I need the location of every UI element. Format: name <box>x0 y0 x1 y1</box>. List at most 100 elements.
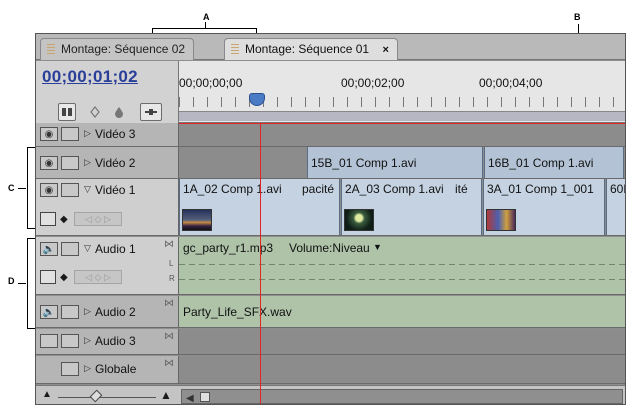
close-icon[interactable]: × <box>382 44 388 56</box>
clip-2a[interactable]: 2A_03 Comp 1.avi ité <box>341 179 482 235</box>
zoom-handle[interactable] <box>89 389 103 403</box>
audio-type-icon: ⋈ <box>164 331 174 342</box>
keyframe-navigator[interactable]: ◁ ◇ ▷ <box>74 212 122 226</box>
track-name: Vidéo 3 <box>95 127 136 141</box>
zoom-in-icon[interactable]: ▲ <box>160 388 172 402</box>
track-header: 🔈 ▷ Audio 2 ⋈ <box>36 296 179 327</box>
audio-type-icon: ⋈ <box>164 239 174 250</box>
time-ruler[interactable]: 00;00;00;00 00;00;02;00 00;00;04;00 <box>179 61 625 123</box>
track-body[interactable] <box>179 123 625 146</box>
lock-toggle[interactable] <box>61 334 79 348</box>
track-body[interactable] <box>179 356 625 383</box>
keyframe-navigator[interactable]: ◁ ◇ ▷ <box>74 270 122 284</box>
ruler-label-2: 00;00;04;00 <box>479 76 543 90</box>
tab-grip-icon[interactable] <box>231 44 239 55</box>
expand-icon[interactable]: ▷ <box>84 128 91 139</box>
clip-label: 2A_03 Comp 1.avi <box>345 182 444 196</box>
speaker-icon[interactable]: 🔈 <box>40 305 58 319</box>
ruler-label-1: 00;00;02;00 <box>341 76 405 90</box>
track-video-2: ◉ ▷ Vidéo 2 15B_01 Comp 1.avi 16B_01 Com… <box>36 147 625 179</box>
callout-b: B <box>574 12 581 22</box>
clip-gc-party[interactable]: gc_party_r1.mp3 Volume:Niveau ▼ L R <box>169 237 625 294</box>
current-timecode[interactable]: 00;00;01;02 <box>42 67 138 87</box>
marker-icon[interactable] <box>86 103 104 121</box>
horizontal-scrollbar[interactable]: ◀ <box>181 389 623 404</box>
eye-icon[interactable]: ◉ <box>40 156 58 170</box>
track-body[interactable]: 1A_02 Comp 1.avi pacité 2A_03 Comp 1.avi… <box>179 179 625 235</box>
lock-toggle[interactable] <box>61 362 79 376</box>
clip-effect-dropdown-icon[interactable]: ▼ <box>373 242 382 252</box>
callout-d-bracket-top <box>27 238 35 239</box>
tab-sequence-01[interactable]: Montage: Séquence 01 × <box>224 38 398 60</box>
lock-toggle[interactable] <box>61 156 79 170</box>
clip-label: 60E <box>610 182 625 196</box>
keyframe-icon[interactable] <box>110 103 128 121</box>
speaker-toggle[interactable] <box>40 334 58 348</box>
work-area-bar[interactable] <box>179 111 625 121</box>
waveform-left <box>179 264 625 265</box>
expand-icon[interactable]: ▷ <box>84 335 91 346</box>
keyframe-toggle-icon[interactable]: ◆ <box>60 272 68 283</box>
eye-icon[interactable]: ◉ <box>40 127 58 141</box>
track-audio-2: 🔈 ▷ Audio 2 ⋈ Party_Life_SFX.wav <box>36 296 625 328</box>
clip-effect: pacité <box>302 182 335 196</box>
callout-a-stem <box>205 22 206 28</box>
snap-icon[interactable] <box>58 103 76 121</box>
playhead-line[interactable] <box>260 123 261 404</box>
callout-c-bracket <box>27 147 28 229</box>
track-body[interactable]: 15B_01 Comp 1.avi 16B_01 Comp 1.avi <box>179 147 625 178</box>
eye-icon[interactable]: ◉ <box>40 183 58 197</box>
callout-c: C <box>8 183 15 193</box>
track-name: Audio 2 <box>95 305 136 319</box>
track-name: Globale <box>95 362 137 376</box>
callout-d-bracket <box>27 238 28 329</box>
collapse-icon[interactable]: ▽ <box>84 184 91 195</box>
track-name: Audio 1 <box>95 242 136 256</box>
clip-label: 15B_01 Comp 1.avi <box>311 156 417 170</box>
expand-icon[interactable]: ▷ <box>84 363 91 374</box>
ruler-ticks <box>179 97 625 107</box>
track-audio-3: ▷ Audio 3 ⋈ <box>36 329 625 355</box>
zoom-out-icon[interactable]: ▲ <box>42 389 52 400</box>
keyframe-toggle-icon[interactable]: ◆ <box>60 214 68 225</box>
track-video-3: ◉ ▷ Vidéo 3 <box>36 123 625 147</box>
zoom-slider[interactable]: ▲ ▲ <box>42 388 172 403</box>
lock-toggle[interactable] <box>61 305 79 319</box>
tab-sequence-02[interactable]: Montage: Séquence 02 <box>40 38 195 60</box>
waveform-display-icon[interactable] <box>40 270 56 284</box>
track-display-controls: ◆ ◁ ◇ ▷ <box>36 267 179 289</box>
waveform-right <box>179 279 625 280</box>
clip-60e[interactable]: 60E <box>606 179 625 235</box>
track-name: Vidéo 2 <box>95 156 136 170</box>
display-style-icon[interactable] <box>40 212 56 226</box>
channel-right: R <box>169 274 175 283</box>
track-audio-1: 🔈 ▽ Audio 1 ⋈ ◆ ◁ ◇ ▷ gc_party_r1.mp3 Vo… <box>36 237 625 295</box>
tab-grip-icon[interactable] <box>47 44 55 55</box>
clip-label: 3A_01 Comp 1_001 <box>487 182 594 196</box>
scroll-left-icon[interactable]: ◀ <box>186 393 194 404</box>
track-body[interactable] <box>179 329 625 354</box>
clip-3a[interactable]: 3A_01 Comp 1_001 <box>483 179 605 235</box>
track-body[interactable]: Party_Life_SFX.wav <box>179 296 625 327</box>
scrollbar-thumb[interactable] <box>200 392 210 402</box>
track-video-1: ◉ ▽ Vidéo 1 ◆ ◁ ◇ ▷ 1A_02 Comp 1.avi pac… <box>36 179 625 236</box>
sequence-marker-icon[interactable] <box>140 103 162 121</box>
expand-icon[interactable]: ▷ <box>84 157 91 168</box>
lock-toggle[interactable] <box>61 242 79 256</box>
callout-d-tick <box>18 283 26 284</box>
expand-icon[interactable]: ▷ <box>84 306 91 317</box>
track-name: Audio 3 <box>95 334 136 348</box>
collapse-icon[interactable]: ▽ <box>84 243 91 254</box>
clip-15b[interactable]: 15B_01 Comp 1.avi <box>307 147 483 178</box>
track-display-controls: ◆ ◁ ◇ ▷ <box>36 209 179 231</box>
track-header: ▷ Audio 3 ⋈ <box>36 329 179 354</box>
callout-c-tick <box>18 188 26 189</box>
clip-effect: Volume:Niveau <box>289 241 370 255</box>
speaker-icon[interactable]: 🔈 <box>40 242 58 256</box>
lock-toggle[interactable] <box>61 183 79 197</box>
clip-16b[interactable]: 16B_01 Comp 1.avi <box>484 147 624 178</box>
clip-party-life[interactable]: Party_Life_SFX.wav <box>179 296 625 327</box>
track-body[interactable]: gc_party_r1.mp3 Volume:Niveau ▼ L R <box>169 237 625 294</box>
track-name: Vidéo 1 <box>95 183 136 197</box>
lock-toggle[interactable] <box>61 127 79 141</box>
